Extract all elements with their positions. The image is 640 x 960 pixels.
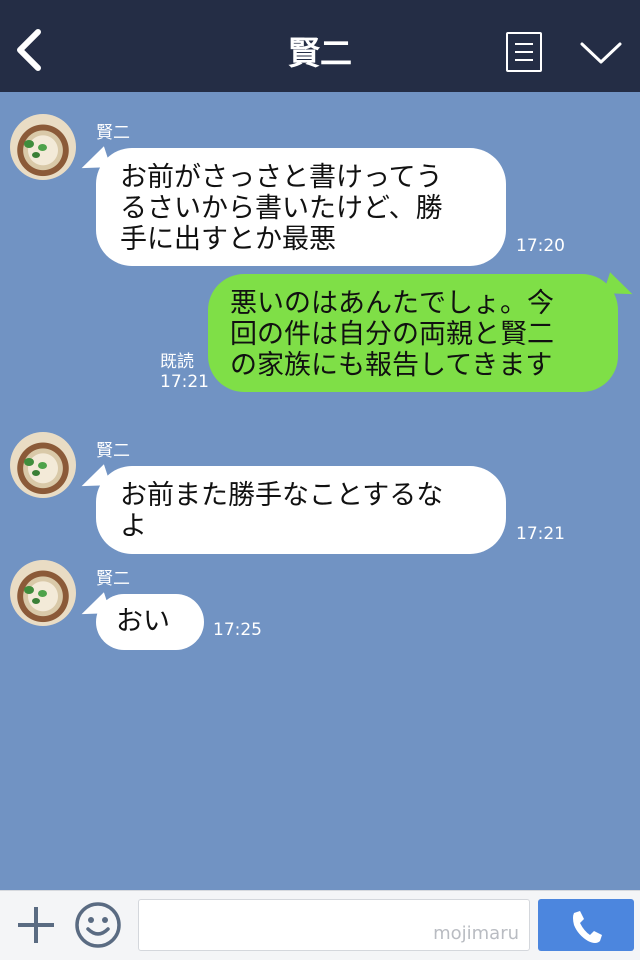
menu-icon-line xyxy=(515,51,533,53)
emoji-button[interactable] xyxy=(74,901,122,949)
chat-title: 賢二 xyxy=(287,34,352,72)
plus-icon xyxy=(18,907,54,943)
message-bubble[interactable]: 悪いのはあんたでしょ。今 回の件は自分の両親と賢二 の家族にも報告してきます xyxy=(208,272,637,392)
message-text: おい xyxy=(116,606,170,637)
menu-icon-line xyxy=(515,59,533,61)
bubble-tail xyxy=(603,272,637,302)
message-text: お前また勝手なことするな よ xyxy=(120,480,444,542)
bubble-tail xyxy=(77,464,111,494)
chat-header: 賢二 xyxy=(0,0,640,92)
message-text: お前がさっさと書けってう るさいから書いたけど、勝 手に出すとか最悪 xyxy=(120,162,443,255)
input-bar: mojimaru xyxy=(0,890,640,960)
phone-icon xyxy=(573,911,602,943)
message-bubble[interactable]: おい xyxy=(77,592,204,650)
message-text: 悪いのはあんたでしょ。今 回の件は自分の両親と賢二 の家族にも報告してきます xyxy=(230,288,554,381)
sender-name: 賢二 xyxy=(96,441,130,461)
avatar[interactable] xyxy=(10,432,76,498)
call-button[interactable] xyxy=(538,899,634,951)
dropdown-button[interactable] xyxy=(578,36,624,70)
avatar[interactable] xyxy=(10,560,76,626)
message-time: 17:25 xyxy=(213,620,262,640)
message-time: 17:21 xyxy=(160,372,209,392)
read-receipt: 既読 xyxy=(160,352,194,372)
bubble-tail xyxy=(77,592,111,622)
message-bubble[interactable]: お前がさっさと書けってう るさいから書いたけど、勝 手に出すとか最悪 xyxy=(77,146,506,266)
avatar[interactable] xyxy=(10,114,76,180)
message-input[interactable]: mojimaru xyxy=(138,899,530,951)
add-button[interactable] xyxy=(14,903,58,947)
bubble-tail xyxy=(77,146,111,176)
menu-icon xyxy=(515,43,533,45)
sender-name: 賢二 xyxy=(96,123,130,143)
menu-button[interactable] xyxy=(506,32,542,72)
chevron-down-icon xyxy=(580,42,622,64)
message-time: 17:20 xyxy=(516,236,565,256)
smiley-icon xyxy=(75,902,121,948)
watermark: mojimaru xyxy=(433,923,519,944)
message-list[interactable]: 賢二 お前がさっさと書けってう るさいから書いたけど、勝 手に出すとか最悪 17… xyxy=(0,92,640,890)
sender-name: 賢二 xyxy=(96,569,130,589)
message-time: 17:21 xyxy=(516,524,565,544)
message-bubble[interactable]: お前また勝手なことするな よ xyxy=(77,464,506,554)
